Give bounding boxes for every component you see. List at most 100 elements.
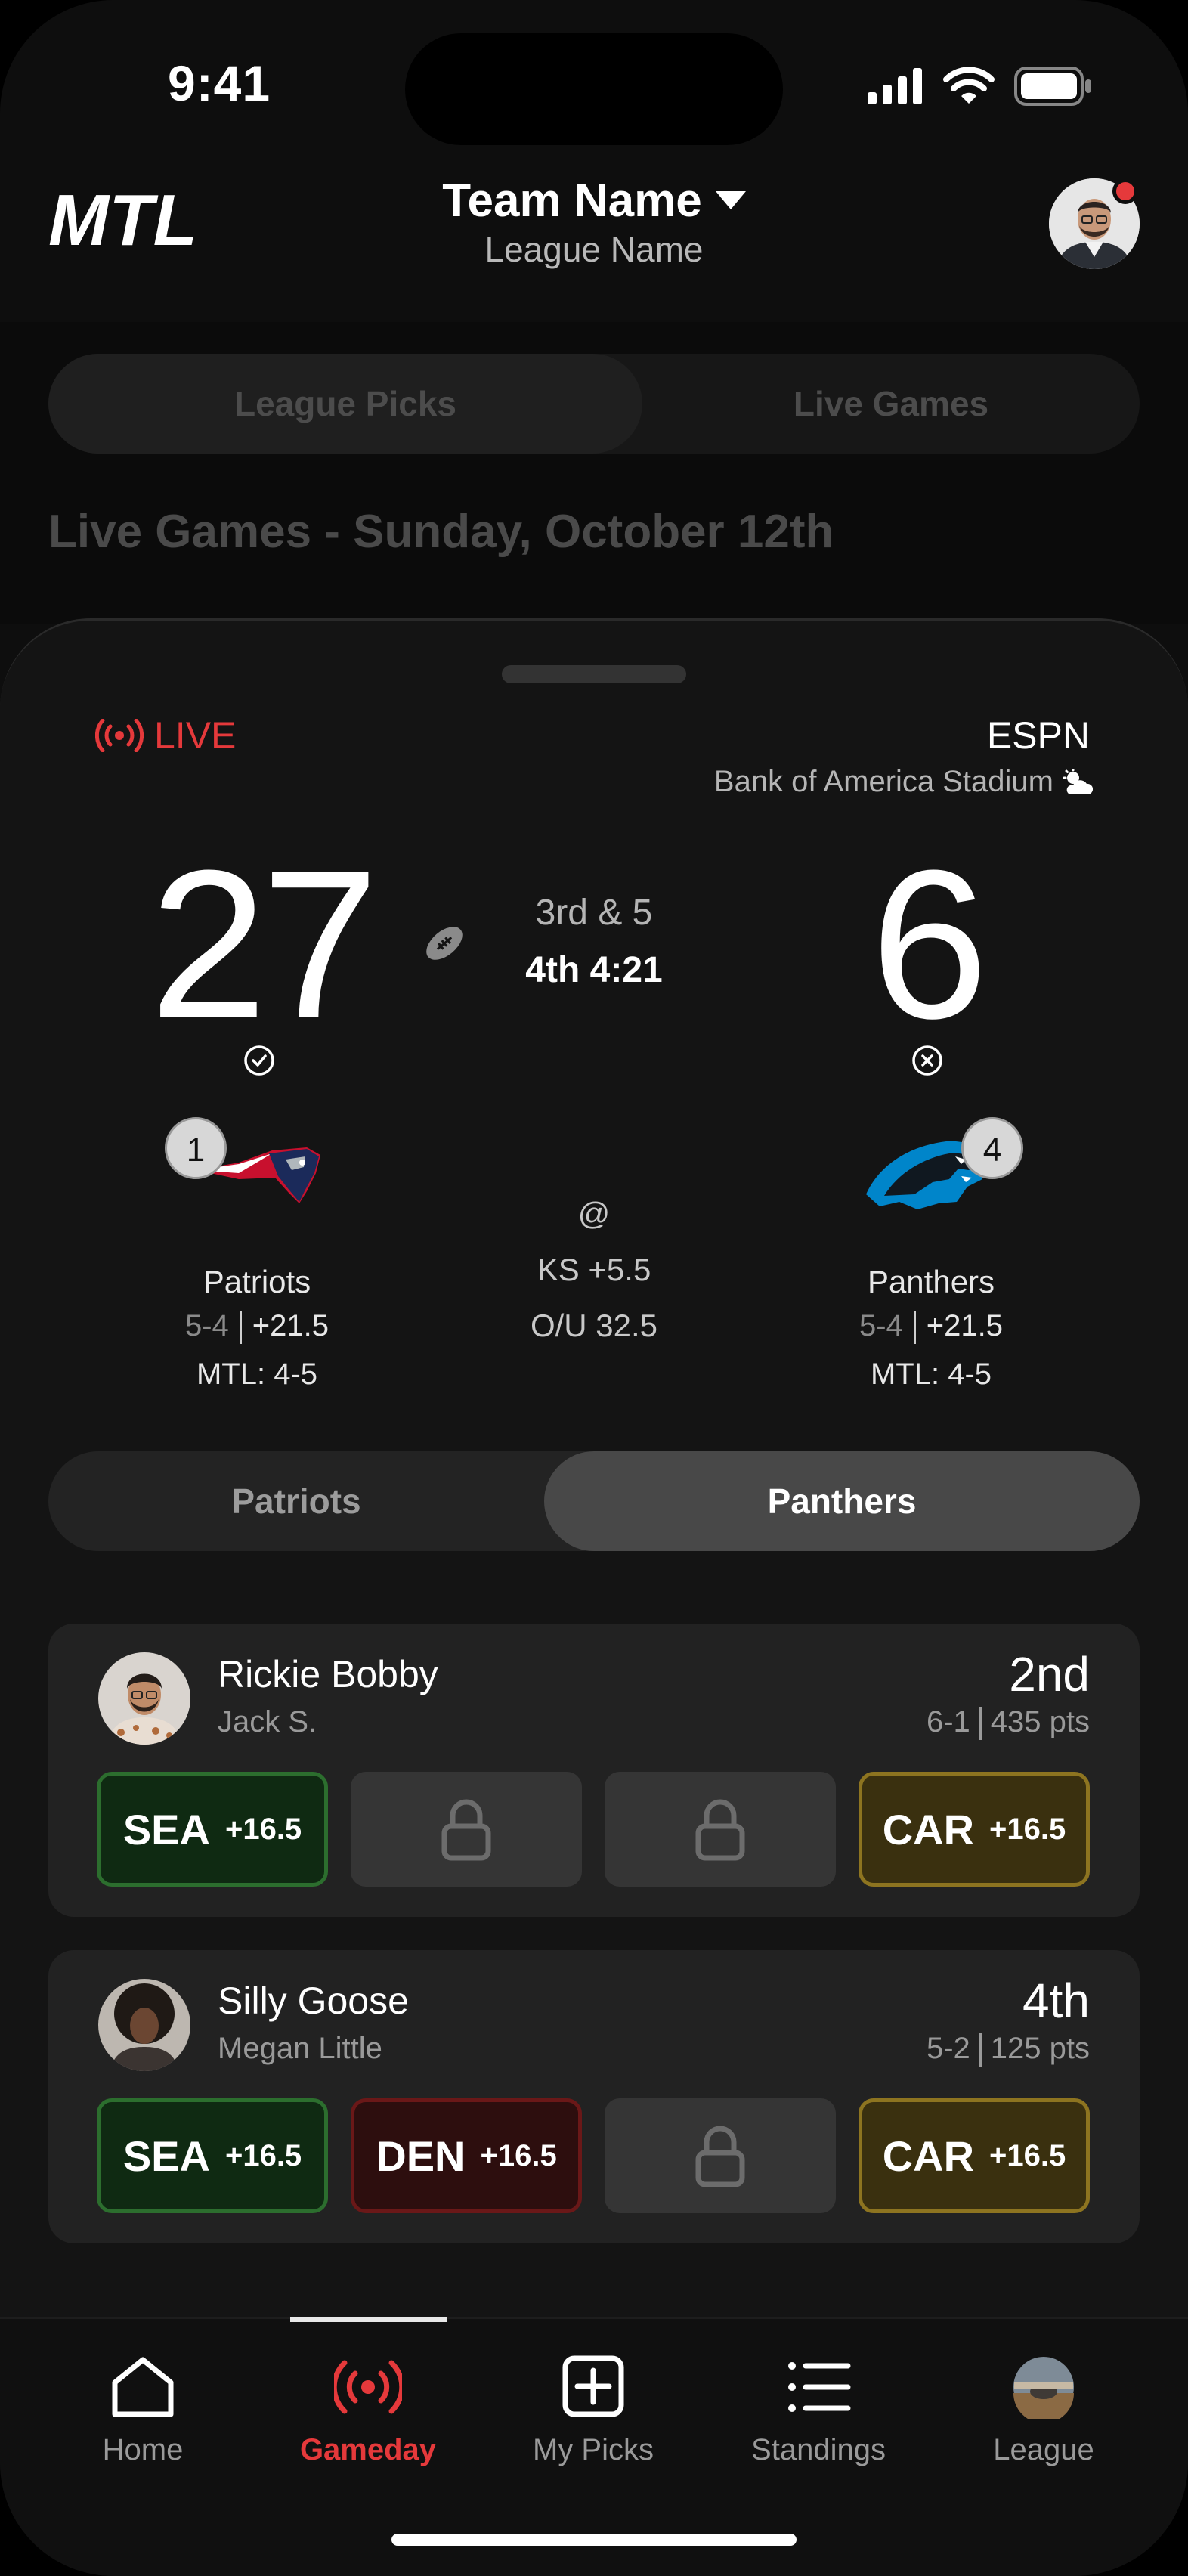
pick-chip-locked[interactable]: [351, 1772, 582, 1887]
player-rank: 2nd: [1009, 1647, 1090, 1701]
home-team-record: 5-4 +21.5: [113, 1309, 401, 1345]
player-owner: Megan Little: [218, 2032, 382, 2065]
lock-icon: [695, 1799, 745, 1861]
home-record: 5-4: [184, 1309, 229, 1342]
down-and-distance: 3rd & 5: [535, 893, 653, 933]
pick-team: DEN: [376, 2132, 466, 2180]
wifi-icon: [943, 67, 995, 104]
home-mtl-record: MTL: 4-5: [196, 1358, 318, 1391]
pick-team: SEA: [122, 2132, 210, 2180]
pick-line: +16.5: [989, 2138, 1066, 2172]
away-score: 6: [871, 827, 988, 1063]
toggle-patriots[interactable]: Patriots: [48, 1451, 544, 1551]
home-indicator[interactable]: [391, 2534, 797, 2546]
nav-home[interactable]: Home: [45, 2355, 241, 2467]
pick-line: +16.5: [224, 2138, 302, 2172]
nav-label: Gameday: [299, 2433, 437, 2466]
lock-icon: [695, 2126, 745, 2187]
live-broadcast-icon: [95, 719, 144, 752]
player-photo: [98, 1652, 190, 1745]
divider: [979, 2033, 982, 2067]
player-rank: 4th: [1022, 1974, 1090, 2028]
pick-chip[interactable]: DEN +16.5: [351, 2098, 582, 2213]
home-icon: [112, 2357, 174, 2417]
pick-chip[interactable]: SEA +16.5: [97, 1772, 328, 1887]
status-time: 9:41: [168, 55, 271, 111]
phone-screen: 9:41 MTL Team Name League Name League Pi…: [0, 0, 1188, 2576]
plus-square-icon: [562, 2355, 624, 2417]
player-name: Silly Goose: [218, 1980, 409, 2022]
at-symbol: @: [577, 1196, 611, 1231]
away-seed-badge: 4: [961, 1117, 1023, 1179]
nav-label: Home: [102, 2433, 184, 2466]
pick-team: CAR: [882, 1805, 975, 1853]
partly-cloudy-icon: [1063, 768, 1093, 794]
check-circle-icon: [244, 1045, 274, 1076]
nav-label: My Picks: [533, 2433, 654, 2466]
nav-gameday[interactable]: Gameday: [270, 2355, 466, 2467]
caret-down-icon: [715, 190, 746, 209]
dynamic-island: [405, 33, 783, 145]
tab-league-picks[interactable]: League Picks: [48, 354, 642, 454]
pick-chip[interactable]: CAR +16.5: [859, 2098, 1090, 2213]
pick-team: CAR: [882, 2132, 975, 2180]
divider: [239, 1311, 242, 1345]
player-record: 6-1 435 pts: [926, 1705, 1090, 1741]
live-broadcast-icon: [331, 2360, 405, 2414]
section-title: Live Games - Sunday, October 12th: [48, 506, 834, 558]
pick-chip[interactable]: SEA +16.5: [97, 2098, 328, 2213]
away-record: 5-4: [859, 1309, 903, 1342]
player-points: 125 pts: [990, 2032, 1090, 2065]
nav-label: League: [993, 2433, 1094, 2466]
player-wl: 6-1: [926, 1705, 970, 1738]
cellular-signal-icon: [868, 68, 922, 104]
team-selector[interactable]: Team Name League Name: [0, 174, 1188, 270]
battery-icon: [1014, 67, 1091, 106]
away-team-record: 5-4 +21.5: [787, 1309, 1075, 1345]
list-icon: [788, 2362, 851, 2412]
player-wl: 5-2: [926, 2032, 970, 2065]
divider: [913, 1311, 916, 1345]
active-tab-indicator: [290, 2317, 447, 2322]
pick-line: +16.5: [989, 1812, 1066, 1846]
player-record: 5-2 125 pts: [927, 2032, 1090, 2067]
player-avatar: [98, 1979, 190, 2071]
away-team-name: Panthers: [867, 1264, 995, 1299]
over-under: O/U 32.5: [530, 1308, 658, 1343]
notification-dot: [1112, 178, 1138, 204]
tv-network: ESPN: [986, 714, 1090, 757]
live-label: LIVE: [154, 714, 237, 757]
league-avatar-icon: [1013, 2357, 1074, 2423]
player-name: Rickie Bobby: [218, 1653, 438, 1695]
league-name: League Name: [484, 230, 704, 269]
nav-label: Standings: [751, 2433, 886, 2466]
nav-league[interactable]: League: [945, 2355, 1142, 2467]
player-photo: [98, 1979, 190, 2071]
live-badge: LIVE: [95, 714, 236, 757]
home-seed-badge: 1: [165, 1117, 227, 1179]
player-points: 435 pts: [990, 1705, 1090, 1738]
home-line: +21.5: [252, 1309, 329, 1342]
pick-team: SEA: [122, 1805, 210, 1853]
pick-chip-locked[interactable]: [605, 1772, 836, 1887]
possession-football-icon: [426, 927, 463, 960]
game-clock: 4th 4:21: [525, 950, 663, 990]
team-name: Team Name: [442, 175, 702, 227]
player-avatar: [98, 1652, 190, 1745]
away-mtl-record: MTL: 4-5: [870, 1358, 992, 1391]
lock-icon: [441, 1799, 491, 1861]
pick-chip[interactable]: CAR +16.5: [859, 1772, 1090, 1887]
nav-standings[interactable]: Standings: [720, 2355, 917, 2467]
tab-live-games[interactable]: Live Games: [642, 354, 1140, 454]
pick-line: +16.5: [224, 1812, 302, 1846]
sheet-grabber[interactable]: [502, 665, 686, 683]
x-circle-icon: [912, 1045, 942, 1076]
pick-chip-locked[interactable]: [605, 2098, 836, 2213]
away-line: +21.5: [926, 1309, 1004, 1342]
home-score: 27: [150, 827, 379, 1063]
stadium-name: Bank of America Stadium: [713, 765, 1053, 798]
player-owner: Jack S.: [218, 1705, 317, 1738]
toggle-panthers[interactable]: Panthers: [544, 1451, 1140, 1551]
nav-my-picks[interactable]: My Picks: [495, 2355, 691, 2467]
status-icons: [868, 67, 1093, 106]
